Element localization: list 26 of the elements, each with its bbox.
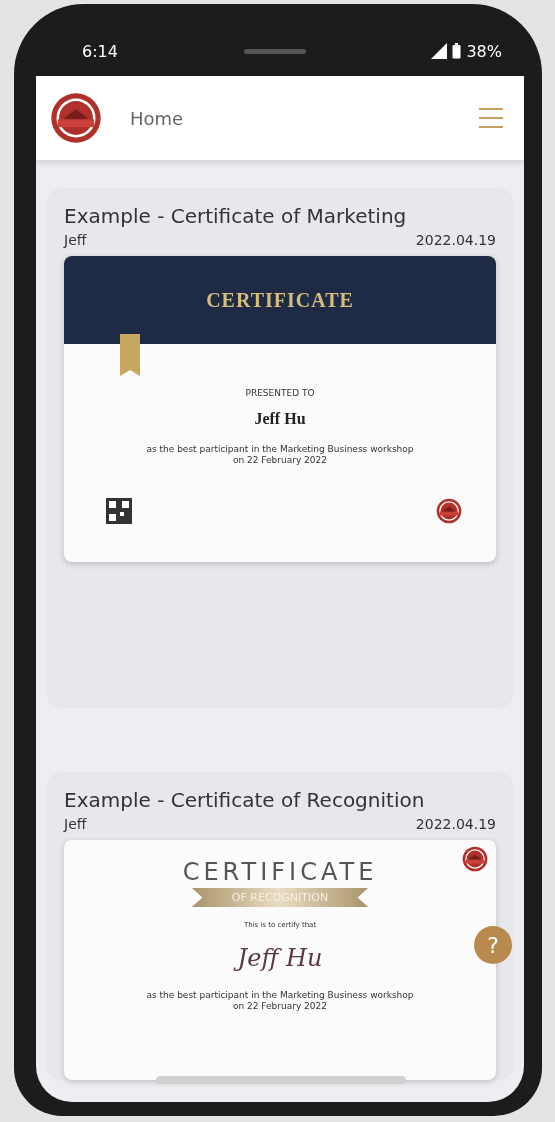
certificate-preview[interactable]: CERTIFICATE PRESENTED TO Jeff Hu as the best participant in the Marketing Business workshop on 22 February 2022 (64, 256, 496, 562)
certificate-date: 2022.04.19 (415, 232, 496, 248)
seal-logo-icon (462, 846, 488, 872)
signal-icon (431, 43, 448, 59)
certificate-text: as the best participant in the Marketing Business workshop on 22 February 2022 (146, 443, 414, 468)
certificate-title: Example - Certificate of Recognition (64, 788, 426, 812)
certificate-heading: CERTIFICATE (206, 288, 354, 312)
seal-logo-icon (50, 92, 102, 144)
page-title: Home (130, 107, 185, 129)
seal-logo-icon (436, 498, 462, 524)
recipient-name: Jeff Hu (229, 942, 331, 976)
owner-name: Jeff (64, 232, 87, 248)
battery-icon (452, 43, 462, 59)
certificate-date: 2022.04.19 (415, 816, 496, 832)
certificate-label: PRESENTED TO (245, 388, 315, 400)
certificate-text: as the best participant in the Marketing Business workshop on 22 February 2022 (146, 989, 414, 1014)
recipient-name: Jeff Hu (254, 409, 306, 428)
battery-percentage: 38% (466, 41, 502, 61)
owner-name: Jeff (64, 816, 87, 832)
certificate-title: Example - Certificate of Marketing (64, 204, 408, 228)
speaker-grille (243, 48, 306, 54)
certificate-card[interactable]: Example - Certificate of Marketing Jeff 2022.04.19 CERTIFICATE PRESENTED TO Jeff Hu as the best participant in the Marketing Business workshop on 22 February 2022 (46, 188, 514, 708)
certificate-heading: CERTIFICATE (182, 858, 378, 886)
qr-code-icon (106, 498, 132, 524)
bookmark-ribbon-icon (120, 334, 140, 376)
status-time: 6:14 (82, 41, 118, 61)
